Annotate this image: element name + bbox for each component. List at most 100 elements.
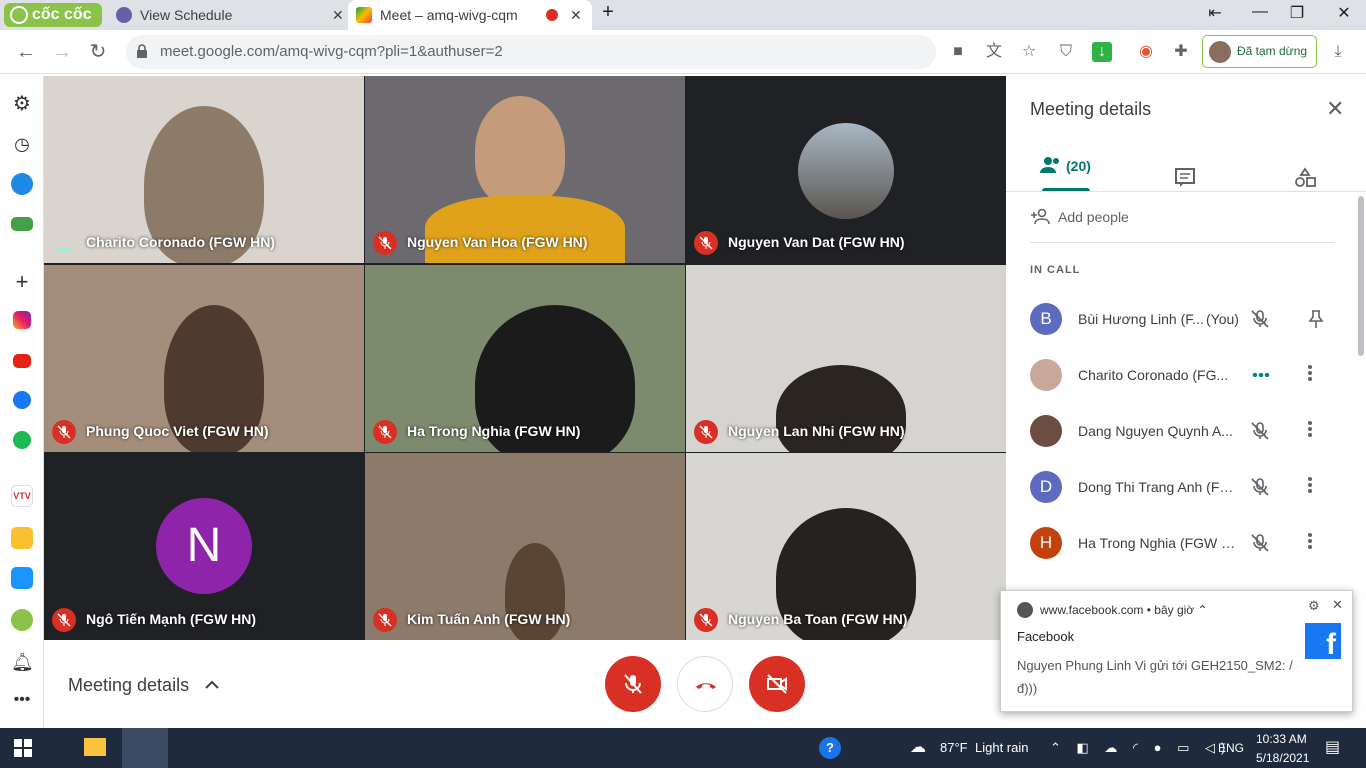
speaking-icon bbox=[56, 239, 76, 252]
maximize-button[interactable]: ❐ bbox=[1285, 3, 1309, 23]
download-ext-icon[interactable]: ↓ bbox=[1092, 42, 1112, 62]
youtube-icon[interactable] bbox=[13, 354, 31, 368]
participant-tile[interactable]: Kim Tuấn Anh (FGW HN) bbox=[365, 453, 685, 640]
vtv-icon[interactable]: VTV bbox=[11, 485, 33, 507]
settings-icon[interactable]: ⚙ bbox=[1308, 598, 1320, 614]
game-icon[interactable] bbox=[11, 217, 33, 231]
extension-icon[interactable]: ◉ bbox=[1136, 42, 1156, 62]
avatar bbox=[1030, 359, 1062, 391]
add-icon[interactable]: + bbox=[11, 271, 33, 293]
coccoc-icon[interactable] bbox=[11, 609, 33, 631]
list-item[interactable]: Charito Coronado (FG... bbox=[1030, 355, 1340, 395]
facebook-small-icon bbox=[1017, 602, 1033, 618]
chat-icon[interactable] bbox=[1174, 156, 1196, 200]
participant-tile[interactable]: Nguyen Van Hoa (FGW HN) bbox=[365, 76, 685, 263]
activities-icon[interactable] bbox=[1294, 156, 1316, 200]
add-person-icon bbox=[1031, 209, 1050, 225]
clock-date[interactable]: 5/18/2021 bbox=[1256, 738, 1309, 778]
list-item[interactable]: H Ha Trong Nghia (FGW H... bbox=[1030, 523, 1340, 563]
participant-tile[interactable]: N Ngô Tiến Mạnh (FGW HN) bbox=[44, 453, 364, 640]
pin-icon[interactable] bbox=[1306, 309, 1326, 329]
avatar: B bbox=[1030, 303, 1062, 335]
notifications-icon[interactable]: 🔔︎ bbox=[11, 651, 34, 673]
list-item[interactable]: B Bùi Hương Linh (F... (You) bbox=[1030, 299, 1340, 339]
language[interactable]: ENG bbox=[1218, 728, 1244, 768]
facebook-icon[interactable] bbox=[13, 391, 31, 409]
avatar: H bbox=[1030, 527, 1062, 559]
meeting-details-label[interactable]: Meeting details bbox=[68, 675, 189, 696]
coccoc-taskbar-icon[interactable] bbox=[122, 728, 168, 768]
coccoc-logo-icon bbox=[10, 6, 28, 24]
close-icon[interactable]: ✕ bbox=[1326, 96, 1344, 122]
browser-brand[interactable]: cốc cốc bbox=[4, 3, 102, 27]
chevron-up-icon[interactable] bbox=[204, 677, 220, 693]
participant-tile[interactable]: Nguyen Van Dat (FGW HN) bbox=[686, 76, 1006, 263]
facebook-notification[interactable]: www.facebook.com • bây giờ ⌃ ⚙ ✕ Faceboo… bbox=[1000, 590, 1353, 712]
system-tray-icons[interactable]: ⌃ ◧ ☁ ◜ ● ▭ ◁) bbox=[1050, 728, 1231, 768]
camera-icon[interactable]: ■ bbox=[948, 42, 968, 62]
spotify-icon[interactable] bbox=[13, 431, 31, 449]
hang-up-icon bbox=[696, 683, 716, 689]
more-options-icon[interactable] bbox=[1306, 363, 1314, 387]
participant-tile[interactable]: Phung Quoc Viet (FGW HN) bbox=[44, 265, 364, 452]
action-center-icon[interactable]: ▤ bbox=[1325, 728, 1340, 768]
mic-off-icon bbox=[624, 674, 642, 694]
windows-start-icon[interactable] bbox=[14, 739, 32, 757]
participant-name: Nguyen Lan Nhi (FGW HN) bbox=[728, 423, 905, 439]
participant-name: Nguyen Van Dat (FGW HN) bbox=[728, 234, 905, 250]
profile-button[interactable]: Đã tạm dừng bbox=[1202, 35, 1317, 68]
tab-search-icon[interactable]: ⇤ bbox=[1203, 3, 1227, 23]
downloads-icon[interactable]: ⤓ bbox=[1328, 42, 1348, 62]
translate-icon[interactable]: 文 bbox=[984, 42, 1004, 62]
help-icon[interactable]: ? bbox=[819, 737, 841, 759]
panel-scrollbar[interactable] bbox=[1358, 196, 1364, 356]
tiki-icon[interactable] bbox=[11, 567, 33, 589]
close-icon[interactable]: ✕ bbox=[1332, 597, 1343, 613]
close-window-button[interactable]: ✕ bbox=[1332, 3, 1356, 23]
participant-name: Charito Coronado (FGW HN) bbox=[86, 234, 275, 250]
muted-mic-icon bbox=[373, 420, 397, 444]
new-tab-button[interactable]: + bbox=[596, 1, 620, 24]
more-options-icon[interactable] bbox=[1306, 475, 1314, 499]
shield-icon[interactable]: ⛉ bbox=[1056, 42, 1076, 62]
notification-body: Nguyen Phung Linh Vi gửi tới GEH2150_SM2… bbox=[1017, 658, 1293, 696]
address-bar[interactable]: meet.google.com/amq-wivg-cqm?pli=1&authu… bbox=[126, 35, 1036, 69]
puzzle-icon[interactable]: ✚ bbox=[1171, 42, 1191, 62]
panel-title: Meeting details bbox=[1030, 99, 1152, 119]
camera-toggle-button[interactable] bbox=[749, 656, 805, 712]
bookmark-star-icon[interactable]: ☆ bbox=[1019, 42, 1039, 62]
forward-icon[interactable]: → bbox=[48, 38, 76, 66]
list-item[interactable]: Dang Nguyen Quynh A... bbox=[1030, 411, 1340, 451]
more-icon[interactable]: ••• bbox=[11, 692, 33, 715]
more-options-icon[interactable] bbox=[1306, 419, 1314, 443]
muted-mic-icon bbox=[52, 420, 76, 444]
participant-tile[interactable]: Nguyen Ba Toan (FGW HN) bbox=[686, 453, 1006, 640]
mic-off-icon bbox=[1251, 310, 1269, 328]
close-tab-icon[interactable]: ✕ bbox=[332, 0, 344, 30]
participant-tile[interactable]: Nguyen Lan Nhi (FGW HN) bbox=[686, 265, 1006, 452]
minimize-button[interactable]: — bbox=[1248, 3, 1272, 21]
settings-icon[interactable]: ⚙ bbox=[11, 93, 33, 115]
list-item[interactable]: D Dong Thi Trang Anh (FG... bbox=[1030, 467, 1340, 507]
close-tab-icon[interactable]: ✕ bbox=[570, 0, 582, 30]
shopping-icon[interactable] bbox=[11, 527, 33, 549]
back-icon[interactable]: ← bbox=[12, 38, 40, 66]
participant-video bbox=[425, 196, 625, 263]
file-explorer-icon[interactable] bbox=[84, 738, 106, 756]
tab-view-schedule[interactable]: View Schedule ✕ bbox=[112, 0, 350, 30]
muted-mic-icon bbox=[373, 608, 397, 632]
muted-mic-icon bbox=[694, 608, 718, 632]
tab-bar: cốc cốc View Schedule ✕ Meet – amq-wivg-… bbox=[0, 0, 1366, 30]
temperature: 87°F bbox=[940, 740, 968, 755]
messenger-icon[interactable] bbox=[11, 173, 33, 195]
leave-call-button[interactable] bbox=[677, 656, 733, 712]
instagram-icon[interactable] bbox=[13, 311, 31, 329]
more-options-icon[interactable] bbox=[1306, 531, 1314, 555]
microphone-toggle-button[interactable] bbox=[605, 656, 661, 712]
participant-tile[interactable]: Ha Trong Nghia (FGW HN) bbox=[365, 265, 685, 452]
tab-meet[interactable]: Meet – amq-wivg-cqm ✕ bbox=[348, 0, 592, 30]
add-people-button[interactable]: Add people bbox=[1030, 207, 1129, 227]
history-icon[interactable]: ◷ bbox=[11, 133, 33, 155]
reload-icon[interactable]: ↻ bbox=[84, 38, 112, 66]
participant-tile[interactable]: Charito Coronado (FGW HN) bbox=[44, 76, 364, 263]
